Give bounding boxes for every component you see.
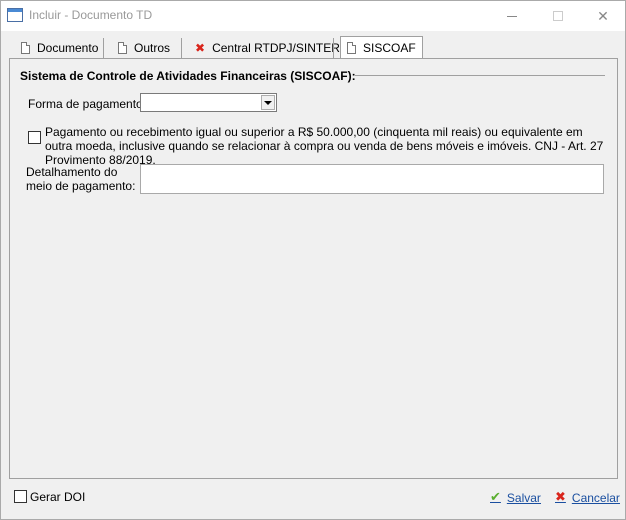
payment-method-label: Forma de pagamento: — [28, 97, 147, 111]
section-divider — [355, 75, 605, 76]
window-icon — [7, 8, 23, 22]
tab-documento[interactable]: Documento — [15, 37, 104, 59]
tab-label: Central RTDPJ/SINTER — [212, 41, 340, 55]
error-x-icon: ✖ — [195, 41, 206, 55]
tab-label: Documento — [37, 41, 99, 55]
tab-siscoaf[interactable]: SISCOAF — [340, 36, 423, 59]
payment-detail-input[interactable] — [140, 164, 604, 194]
generate-doi-label: Gerar DOI — [30, 490, 86, 504]
siscoaf-panel: Sistema de Controle de Atividades Financ… — [9, 58, 618, 479]
close-icon: ✕ — [597, 7, 609, 24]
tab-divider — [181, 38, 182, 58]
minimize-icon — [507, 15, 517, 17]
detail-label-line2: meio de pagamento: — [26, 179, 136, 193]
threshold-checkbox-label: Pagamento ou recebimento igual ou superi… — [45, 125, 604, 167]
threshold-checkbox[interactable] — [28, 131, 41, 144]
tab-label: Outros — [134, 41, 171, 55]
tab-label: SISCOAF — [363, 41, 416, 55]
maximize-button[interactable] — [535, 1, 581, 31]
tab-outros[interactable]: Outros — [112, 37, 176, 59]
document-icon — [21, 42, 30, 54]
section-title: Sistema de Controle de Atividades Financ… — [20, 69, 356, 83]
save-button[interactable]: ✔ Salvar — [490, 490, 541, 505]
generate-doi-checkbox[interactable] — [14, 490, 27, 503]
window-title: Incluir - Documento TD — [29, 8, 153, 22]
save-label: Salvar — [506, 490, 541, 505]
checkmark-icon: ✔ — [490, 490, 501, 505]
detail-label-line1: Detalhamento do — [26, 165, 118, 179]
title-bar[interactable]: Incluir - Documento TD ✕ — [1, 1, 625, 31]
cancel-x-icon: ✖ — [555, 490, 566, 505]
chevron-down-icon — [264, 100, 272, 105]
close-button[interactable]: ✕ — [580, 1, 626, 31]
dropdown-button[interactable] — [261, 95, 275, 110]
tab-divider — [333, 38, 334, 58]
tab-central-rtdpj-sinter[interactable]: ✖ Central RTDPJ/SINTER — [189, 37, 346, 59]
maximize-icon — [553, 11, 563, 21]
document-icon — [118, 42, 127, 54]
cancel-label: Cancelar — [571, 490, 620, 505]
dialog-window: Incluir - Documento TD ✕ Documento Outro… — [0, 0, 626, 520]
minimize-button[interactable] — [489, 1, 535, 31]
tab-divider — [103, 38, 104, 58]
payment-method-select[interactable] — [140, 93, 277, 112]
document-icon — [347, 42, 356, 54]
cancel-button[interactable]: ✖ Cancelar — [555, 490, 620, 505]
